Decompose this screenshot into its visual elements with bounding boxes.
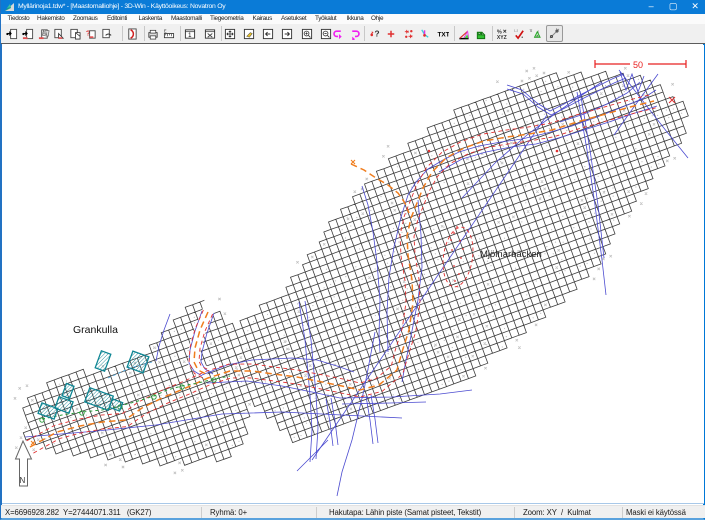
svg-text:²: ²: [538, 29, 540, 34]
svg-text:π: π: [529, 28, 532, 33]
svg-text:Grankulla: Grankulla: [73, 324, 118, 336]
svg-text:N: N: [20, 476, 26, 485]
svg-text:Mjölnarbäcken: Mjölnarbäcken: [480, 249, 542, 260]
svg-text:XYZ: XYZ: [497, 35, 507, 40]
svg-text:50: 50: [633, 60, 643, 70]
svg-text:¹·²: ¹·²: [514, 28, 519, 33]
svg-text:?: ?: [375, 28, 380, 38]
svg-text:TXT: TXT: [437, 31, 449, 38]
